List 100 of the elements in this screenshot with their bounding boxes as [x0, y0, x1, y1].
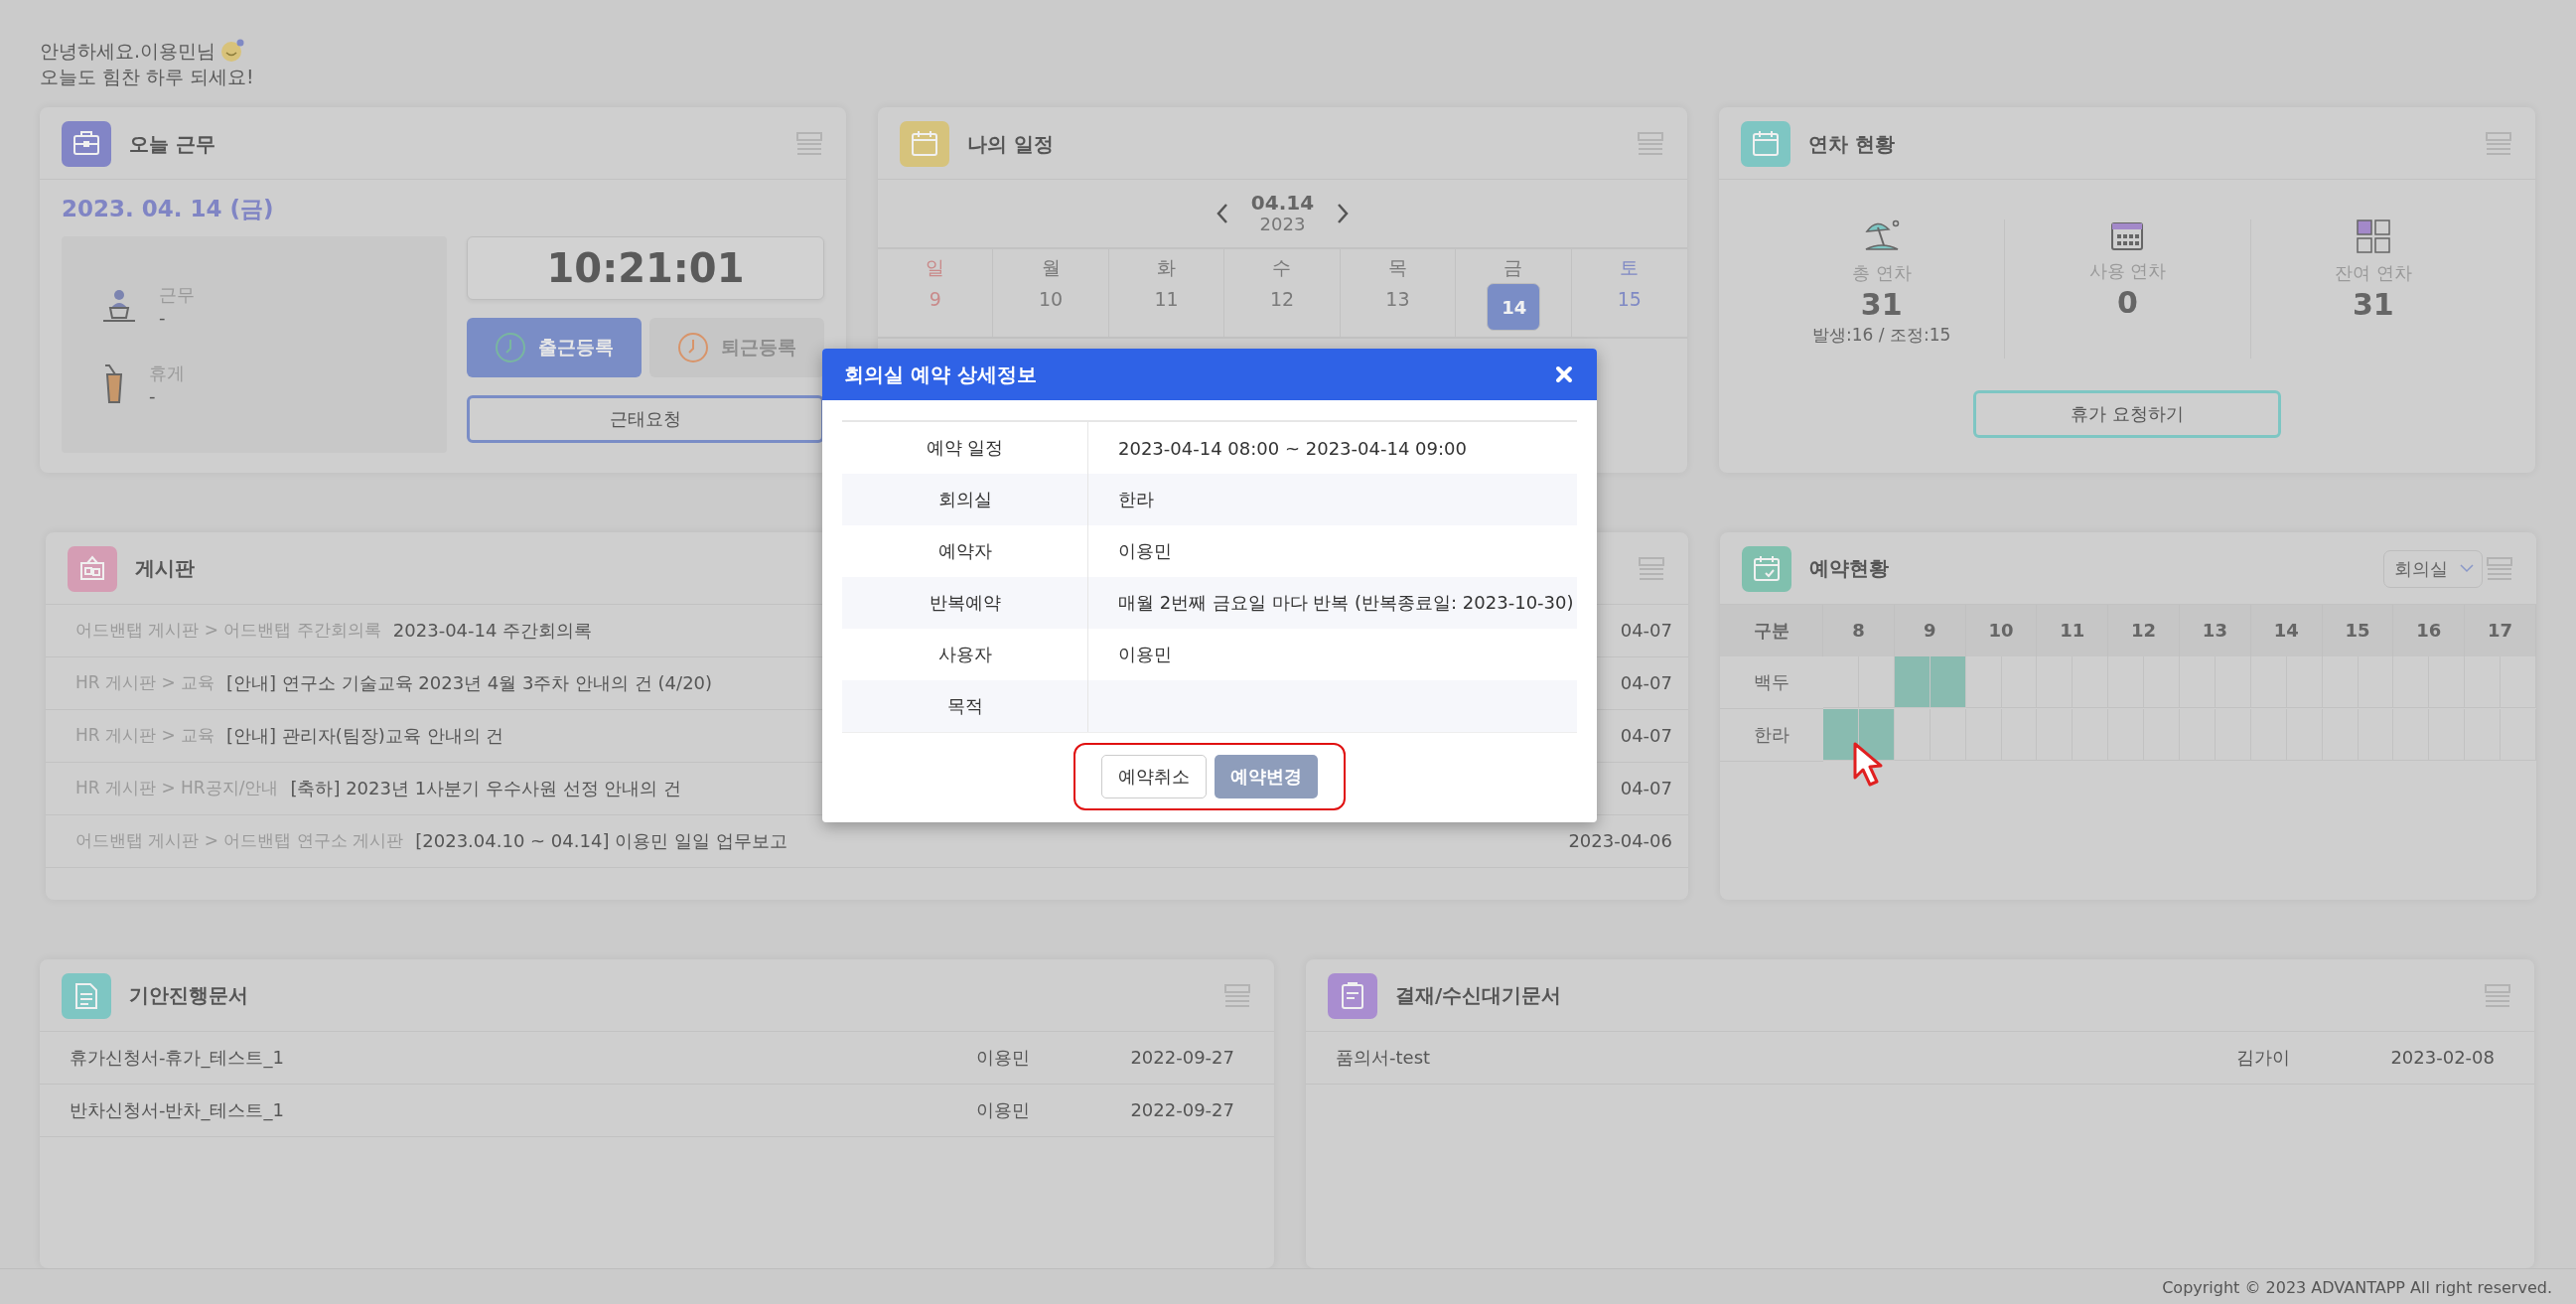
post-title: 2023-04-14 주간회의록 — [392, 618, 593, 643]
previous-icon[interactable] — [1215, 203, 1229, 225]
post-date: 04-07 — [1620, 620, 1672, 642]
list-icon[interactable] — [2487, 556, 2512, 581]
room-type-select[interactable]: 회의실 — [2383, 549, 2483, 588]
document-author: 이용민 — [976, 1097, 1031, 1122]
status-value: - — [149, 385, 157, 407]
document-date: 2023-02-08 — [2389, 1047, 2495, 1069]
column-header: 16 — [2393, 604, 2466, 656]
current-time: 10:21:01 — [467, 236, 824, 301]
day-number[interactable]: 15 — [1611, 283, 1647, 316]
document-icon — [62, 972, 111, 1019]
stat-value: 0 — [2117, 285, 2138, 321]
panel-title: 결재/수신대기문서 — [1395, 982, 1562, 1010]
post-title: [축하] 2023년 1사분기 우수사원 선정 안내의 건 — [290, 776, 681, 800]
calendar-icon — [2110, 219, 2145, 252]
day-number[interactable]: 14 — [1486, 283, 1540, 332]
list-icon[interactable] — [2486, 132, 2511, 157]
close-icon[interactable] — [1555, 365, 1573, 383]
document-author: 이용민 — [976, 1045, 1031, 1070]
list-icon[interactable] — [1639, 556, 1664, 581]
field-value: 한라 — [1118, 488, 1154, 511]
schedule-date: 04.14 — [1250, 193, 1315, 215]
day-number[interactable]: 9 — [917, 283, 953, 316]
weekday-label: 일 — [926, 255, 945, 281]
time-slot[interactable] — [1965, 655, 2002, 708]
panel-title: 예약현황 — [1809, 555, 1889, 583]
weekday-label: 수 — [1272, 255, 1292, 281]
calendar-icon — [1741, 121, 1790, 168]
day-number[interactable]: 10 — [1033, 283, 1070, 316]
column-header: 10 — [1965, 604, 2038, 656]
weekday-label: 목 — [1387, 255, 1407, 281]
calendar-icon — [900, 121, 949, 168]
list-icon[interactable] — [2485, 983, 2510, 1008]
cancel-button[interactable]: 예약취소 — [1101, 755, 1207, 798]
change-button[interactable]: 예약변경 — [1215, 755, 1318, 798]
stat-note: 발생:16 / 조정:15 — [1812, 324, 1951, 348]
clock-button[interactable]: 출근등록 — [467, 318, 642, 378]
dialog-title: 회의실 예약 상세정보 — [844, 361, 1037, 388]
column-header: 11 — [2037, 604, 2109, 656]
briefcase-icon — [62, 121, 111, 168]
attendance-request-button[interactable]: 근태요청 — [467, 395, 824, 444]
field-label: 목적 — [842, 680, 1088, 732]
calendar-check-icon — [1742, 545, 1791, 592]
next-icon[interactable] — [1336, 203, 1351, 225]
field-value: 매월 2번째 금요일 마다 반복 (반복종료일: 2023-10-30) — [1118, 591, 1574, 615]
day-number[interactable]: 11 — [1148, 283, 1185, 316]
weekday-label: 토 — [1620, 255, 1640, 281]
list-icon[interactable] — [796, 132, 822, 157]
document-title: 반차신청서-반차_테스트_1 — [70, 1097, 285, 1122]
grid-icon — [2356, 219, 2390, 254]
today-date: 2023. 04. 14 (금) — [62, 195, 275, 224]
document-row[interactable]: 반차신청서-반차_테스트_1 이용민 2022-09-27 — [40, 1084, 1274, 1137]
weekday-label: 화 — [1157, 255, 1177, 281]
document-row[interactable]: 품의서-test 김가이 2023-02-08 — [1306, 1031, 2534, 1085]
field-value: 2023-04-14 08:00 ~ 2023-04-14 09:00 — [1118, 437, 1467, 459]
document-row[interactable]: 휴가신청서-휴가_테스트_1 이용민 2022-09-27 — [40, 1031, 1274, 1085]
post-date: 04-07 — [1620, 672, 1672, 694]
chevron-down-icon — [2460, 564, 2474, 574]
column-header: 17 — [2465, 604, 2536, 656]
time-slot[interactable] — [1965, 708, 2002, 761]
leave-request-button[interactable]: 휴가 요청하기 — [1973, 390, 2281, 439]
post-date: 2023-04-06 — [1568, 830, 1672, 852]
column-header: 14 — [2250, 604, 2323, 656]
copyright-text: Copyright © 2023 ADVANTAPP All right reserved. — [2162, 1277, 2552, 1297]
greeting-text: 오늘도 힘찬 하루 되세요! — [40, 65, 255, 89]
stat-value: 31 — [2352, 287, 2394, 323]
field-label: 회의실 — [842, 474, 1088, 525]
document-title: 품의서-test — [1336, 1045, 1432, 1070]
field-label: 반복예약 — [842, 577, 1088, 629]
post-title: [2023.04.10 ~ 04.14] 이용민 일일 업무보고 — [415, 828, 787, 853]
schedule-year: 2023 — [1259, 214, 1306, 235]
stat-value: 31 — [1860, 287, 1903, 323]
weekday-label: 금 — [1503, 255, 1523, 281]
list-icon[interactable] — [1224, 983, 1250, 1008]
list-icon[interactable] — [1638, 132, 1663, 157]
column-header: 15 — [2322, 604, 2394, 656]
field-value: 이용민 — [1118, 643, 1172, 666]
clock-icon — [677, 332, 709, 364]
document-date: 2022-09-27 — [1129, 1099, 1234, 1121]
booked-slot[interactable] — [1823, 708, 1859, 761]
day-number[interactable]: 13 — [1379, 283, 1416, 316]
field-value: 이용민 — [1118, 539, 1172, 563]
smiley-icon — [219, 39, 246, 63]
day-number[interactable]: 12 — [1264, 283, 1300, 316]
panel-title: 연차 현황 — [1808, 130, 1895, 158]
panel-title: 게시판 — [135, 555, 195, 583]
post-title: [안내] 관리자(팀장)교육 안내의 건 — [226, 723, 504, 748]
time-slot[interactable] — [1930, 708, 1966, 761]
clipboard-icon — [1328, 972, 1377, 1019]
document-date: 2022-09-27 — [1129, 1047, 1234, 1069]
column-header: 8 — [1823, 604, 1895, 656]
document-author: 김가이 — [2236, 1045, 2291, 1070]
document-title: 휴가신청서-휴가_테스트_1 — [70, 1045, 285, 1070]
panel-title: 오늘 근무 — [129, 130, 215, 158]
greeting-text: 안녕하세요.이용민님 — [40, 39, 216, 64]
clock-icon — [495, 332, 526, 364]
room-name: 백두 — [1720, 655, 1823, 709]
column-header: 12 — [2108, 604, 2180, 656]
column-header: 구분 — [1720, 604, 1823, 656]
